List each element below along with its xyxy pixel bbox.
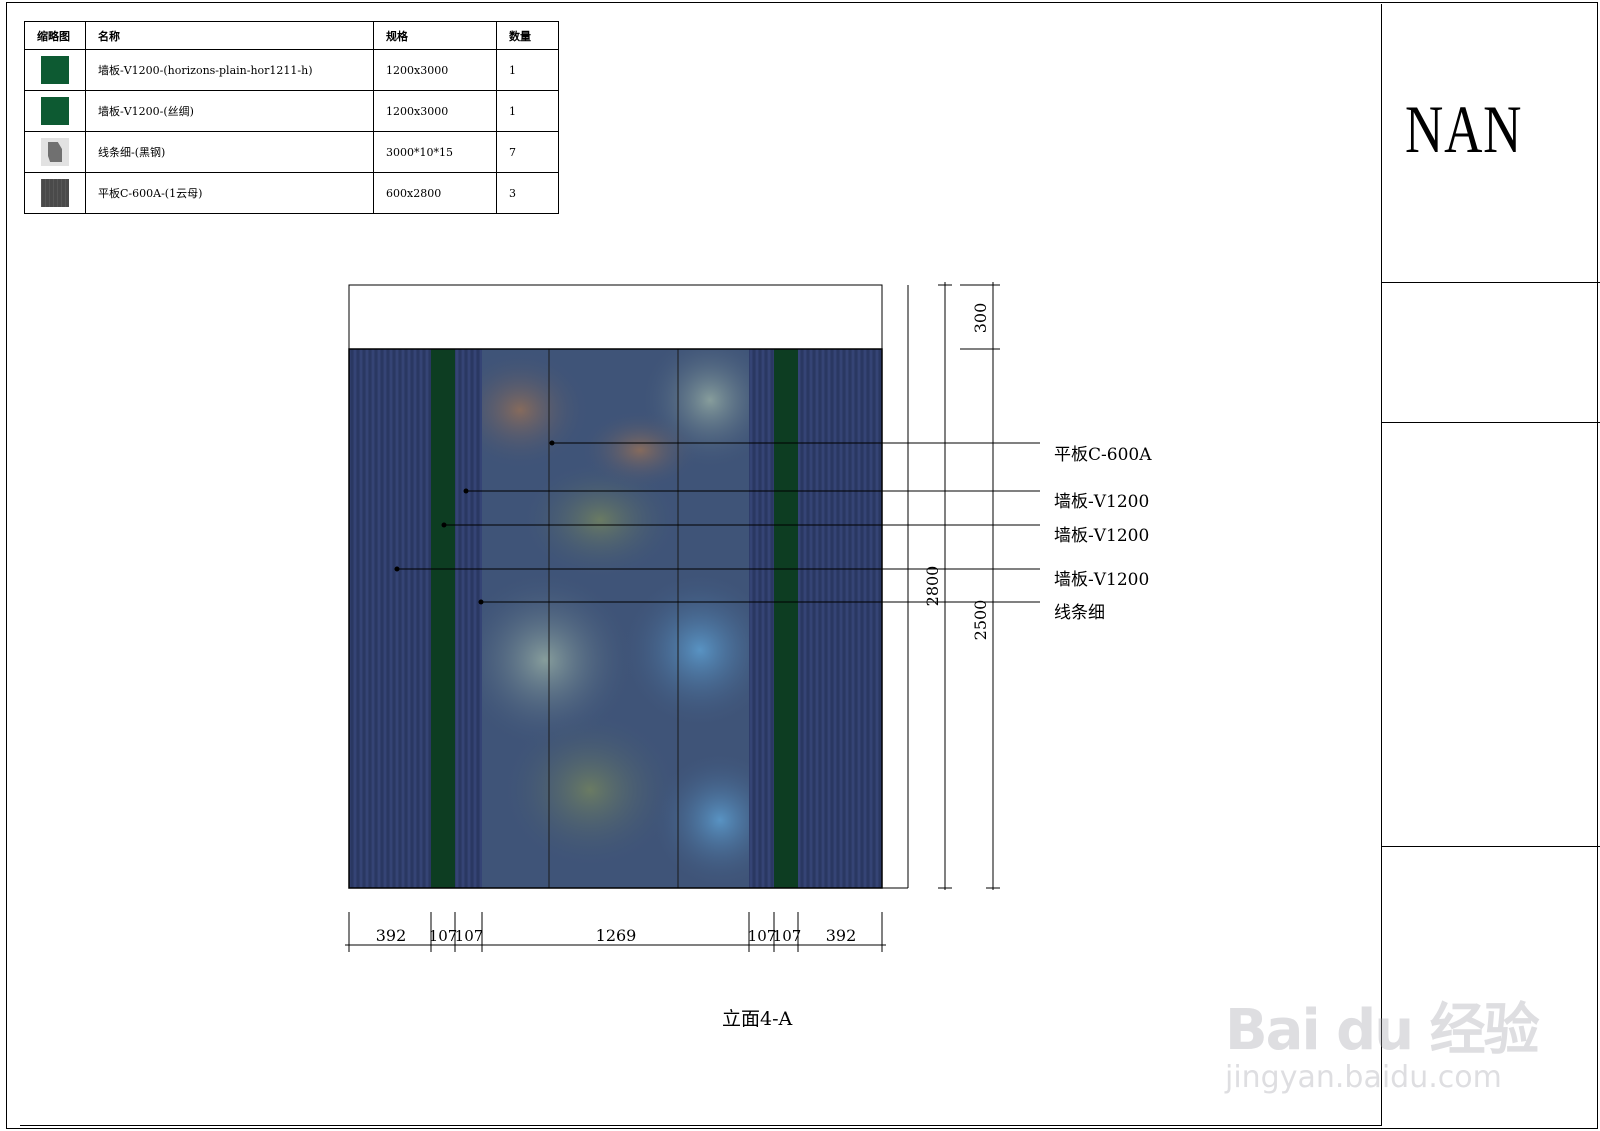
elevation-drawing: 平板C-600A 墙板-V1200 墙板-V1200 墙板-V1200 线条细 … bbox=[345, 282, 1152, 952]
watermark: Bai du 经验 jingyan.baidu.com bbox=[1225, 985, 1540, 1095]
dimension-label: 107 bbox=[773, 927, 802, 945]
dimension-label: 2500 bbox=[971, 600, 990, 641]
dimension-lines-vertical bbox=[938, 282, 1000, 890]
dimension-label: 392 bbox=[376, 926, 407, 945]
green-panel-right bbox=[774, 349, 798, 888]
callout-label: 墙板-V1200 bbox=[1054, 526, 1149, 546]
wall-panel-right bbox=[798, 349, 882, 888]
dimension-label: 2800 bbox=[923, 566, 942, 607]
callout-label: 平板C-600A bbox=[1054, 445, 1152, 465]
wall-panel-strip-left bbox=[455, 349, 482, 888]
drawing-caption: 立面4-A bbox=[722, 1008, 793, 1030]
wall-panel-strip-right bbox=[749, 349, 774, 888]
watermark-sub: jingyan.baidu.com bbox=[1225, 1060, 1502, 1095]
watermark-main: Bai du 经验 bbox=[1225, 998, 1540, 1063]
dimension-label: 107 bbox=[455, 927, 484, 945]
callout-label: 墙板-V1200 bbox=[1054, 570, 1149, 590]
dimension-label: 107 bbox=[429, 927, 458, 945]
dimension-label: 1269 bbox=[596, 926, 637, 945]
callout-label: 线条细 bbox=[1054, 603, 1105, 623]
ceiling-band bbox=[348, 284, 883, 350]
dimension-label: 392 bbox=[826, 926, 857, 945]
mural-panels bbox=[482, 349, 749, 888]
dimension-label: 300 bbox=[971, 303, 990, 334]
callout-label: 墙板-V1200 bbox=[1054, 492, 1149, 512]
green-panel-left bbox=[431, 349, 455, 888]
wall-panel-left bbox=[349, 349, 431, 888]
